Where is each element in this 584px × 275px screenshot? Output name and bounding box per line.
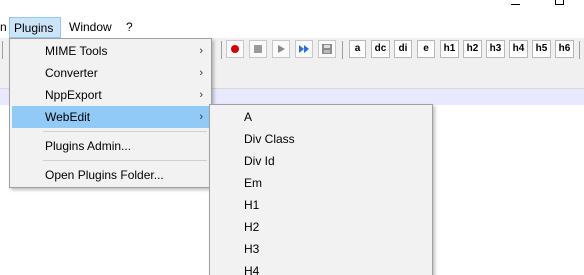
menu-item-label: WebEdit <box>45 110 91 124</box>
toolbar-separator <box>342 41 343 59</box>
save-macro-button[interactable] <box>318 40 336 58</box>
save-macro-icon <box>322 44 332 54</box>
menu-window[interactable]: Window <box>65 17 116 38</box>
menu-item-converter[interactable]: Converter › <box>12 62 209 84</box>
menu-item-label: NppExport <box>45 88 102 102</box>
submenu-item-h1[interactable]: H1 <box>212 194 430 216</box>
menu-bar: n Plugins Window ? <box>0 17 584 38</box>
chevron-right-icon: › <box>199 89 203 101</box>
menu-help[interactable]: ? <box>122 17 137 38</box>
menu-item-label: Plugins Admin... <box>45 139 132 153</box>
tag-dc-button[interactable]: dc <box>371 40 390 58</box>
menu-separator <box>43 160 207 161</box>
toolbar-separator <box>579 41 580 59</box>
plugins-menu: MIME Tools › Converter › NppExport › Web… <box>9 38 212 188</box>
tag-e-button[interactable]: e <box>417 40 435 58</box>
menu-item-plugins-admin[interactable]: Plugins Admin... <box>12 135 209 157</box>
submenu-item-div-class[interactable]: Div Class <box>212 128 430 150</box>
submenu-item-a[interactable]: A <box>212 106 430 128</box>
submenu-item-div-id[interactable]: Div Id <box>212 150 430 172</box>
chevron-right-icon: › <box>199 67 203 79</box>
chevron-right-icon: › <box>199 111 203 123</box>
menu-item-open-plugins-folder[interactable]: Open Plugins Folder... <box>12 164 209 186</box>
minimize-icon[interactable] <box>511 4 520 5</box>
play-icon <box>278 45 285 53</box>
notepadpp-window: n Plugins Window ? a dc di e h1 h2 h3 h4… <box>0 0 584 275</box>
toolbar-separator <box>2 41 3 59</box>
tag-h4-button[interactable]: h4 <box>509 40 528 58</box>
menu-item-nppexport[interactable]: NppExport › <box>12 84 209 106</box>
chevron-right-icon: › <box>199 45 203 57</box>
toolbar-separator <box>221 41 222 59</box>
tag-h2-button[interactable]: h2 <box>463 40 482 58</box>
submenu-item-h2[interactable]: H2 <box>212 216 430 238</box>
menu-item-label: MIME Tools <box>45 44 108 58</box>
submenu-item-h3[interactable]: H3 <box>212 238 430 260</box>
tag-h6-button[interactable]: h6 <box>555 40 574 58</box>
menu-item-label: Converter <box>45 66 98 80</box>
run-macro-multiple-button[interactable] <box>295 40 313 58</box>
menu-item-webedit[interactable]: WebEdit › <box>12 106 209 128</box>
play-macro-button[interactable] <box>272 40 290 58</box>
submenu-item-h4[interactable]: H4 <box>212 260 430 275</box>
webedit-submenu: A Div Class Div Id Em H1 H2 H3 H4 <box>209 104 433 275</box>
stop-macro-button[interactable] <box>249 40 267 58</box>
record-macro-button[interactable] <box>226 40 244 58</box>
submenu-item-em[interactable]: Em <box>212 172 430 194</box>
tag-di-button[interactable]: di <box>394 40 412 58</box>
menu-plugins[interactable]: Plugins <box>9 17 61 38</box>
tag-a-button[interactable]: a <box>349 40 366 58</box>
menu-item-mime-tools[interactable]: MIME Tools › <box>12 40 209 62</box>
stop-icon <box>254 45 262 53</box>
maximize-icon[interactable] <box>555 0 564 5</box>
menu-separator <box>43 131 207 132</box>
tag-h5-button[interactable]: h5 <box>532 40 551 58</box>
tag-h1-button[interactable]: h1 <box>440 40 459 58</box>
tag-h3-button[interactable]: h3 <box>486 40 505 58</box>
menu-item-label: Open Plugins Folder... <box>45 168 164 182</box>
fast-forward-icon <box>299 45 309 53</box>
record-icon <box>231 45 239 53</box>
